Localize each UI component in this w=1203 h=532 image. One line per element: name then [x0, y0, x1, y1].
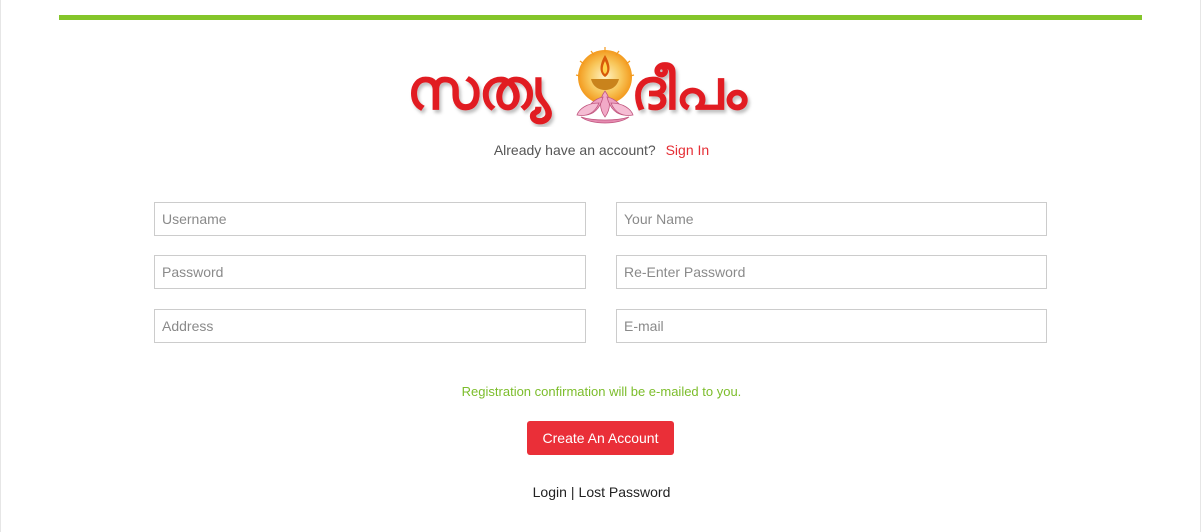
your-name-input[interactable] [616, 202, 1047, 236]
footer-links: Login | Lost Password [0, 484, 1203, 500]
logo-text-left: സത്യ [407, 58, 552, 124]
email-input[interactable] [616, 309, 1047, 343]
site-logo-graphic: സത്യ ദീപം [407, 47, 748, 124]
site-logo[interactable]: സത്യ ദീപം [405, 47, 790, 127]
login-link[interactable]: Login [533, 484, 567, 500]
top-accent-bar [59, 15, 1142, 20]
username-input[interactable] [154, 202, 586, 236]
oil-lamp-lotus-icon [575, 47, 635, 124]
lost-password-link[interactable]: Lost Password [579, 484, 671, 500]
password-input[interactable] [154, 255, 586, 289]
address-input[interactable] [154, 309, 586, 343]
reenter-password-input[interactable] [616, 255, 1047, 289]
signin-link[interactable]: Sign In [666, 142, 710, 158]
create-account-button[interactable]: Create An Account [527, 421, 674, 455]
signin-prompt-text: Already have an account? [493, 142, 656, 158]
logo-text-right: ദീപം [631, 58, 748, 123]
signin-prompt-row: Already have an account? Sign In [0, 142, 1203, 158]
footer-separator: | [570, 484, 575, 500]
registration-notice: Registration confirmation will be e-mail… [461, 384, 742, 399]
